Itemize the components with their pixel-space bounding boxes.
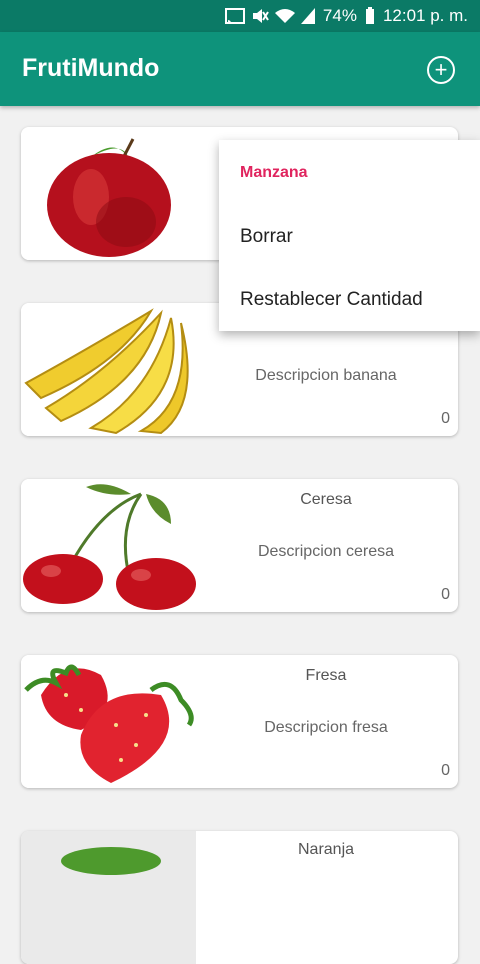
context-menu: Manzana Borrar Restablecer Cantidad	[219, 140, 480, 331]
battery-icon	[365, 7, 375, 25]
apple-image	[21, 127, 196, 260]
clock: 12:01 p. m.	[383, 6, 468, 26]
fruit-description: Descripcion ceresa	[201, 543, 451, 561]
orange-image	[21, 831, 196, 964]
banana-image	[21, 303, 196, 436]
add-button[interactable]: +	[427, 56, 455, 84]
context-menu-title: Manzana	[240, 164, 308, 182]
plus-circle-icon: +	[435, 59, 448, 81]
menu-item-reset-quantity[interactable]: Restablecer Cantidad	[240, 289, 423, 311]
signal-icon	[301, 8, 315, 24]
fruit-description: Descripcion fresa	[201, 719, 451, 737]
fruit-name: Naranja	[201, 841, 451, 859]
status-icons	[225, 8, 315, 24]
fruit-card[interactable]: Fresa Descripcion fresa 0	[21, 655, 458, 788]
cast-icon	[225, 8, 245, 24]
app-bar: FrutiMundo +	[0, 32, 480, 106]
status-bar: 74% 12:01 p. m.	[0, 0, 480, 32]
mute-icon	[251, 8, 269, 24]
menu-item-delete[interactable]: Borrar	[240, 226, 293, 248]
fruit-card[interactable]: Naranja	[21, 831, 458, 964]
fruit-name: Ceresa	[201, 491, 451, 509]
cherry-image	[21, 479, 196, 612]
fruit-count: 0	[441, 762, 450, 780]
fruit-description: Descripcion banana	[201, 367, 451, 385]
app-title: FrutiMundo	[22, 54, 159, 83]
battery-percent: 74%	[323, 6, 357, 26]
wifi-icon	[275, 8, 295, 24]
fruit-name: Fresa	[201, 667, 451, 685]
fruit-count: 0	[441, 410, 450, 428]
fruit-count: 0	[441, 586, 450, 604]
strawberry-image	[21, 655, 196, 788]
fruit-card[interactable]: Ceresa Descripcion ceresa 0	[21, 479, 458, 612]
